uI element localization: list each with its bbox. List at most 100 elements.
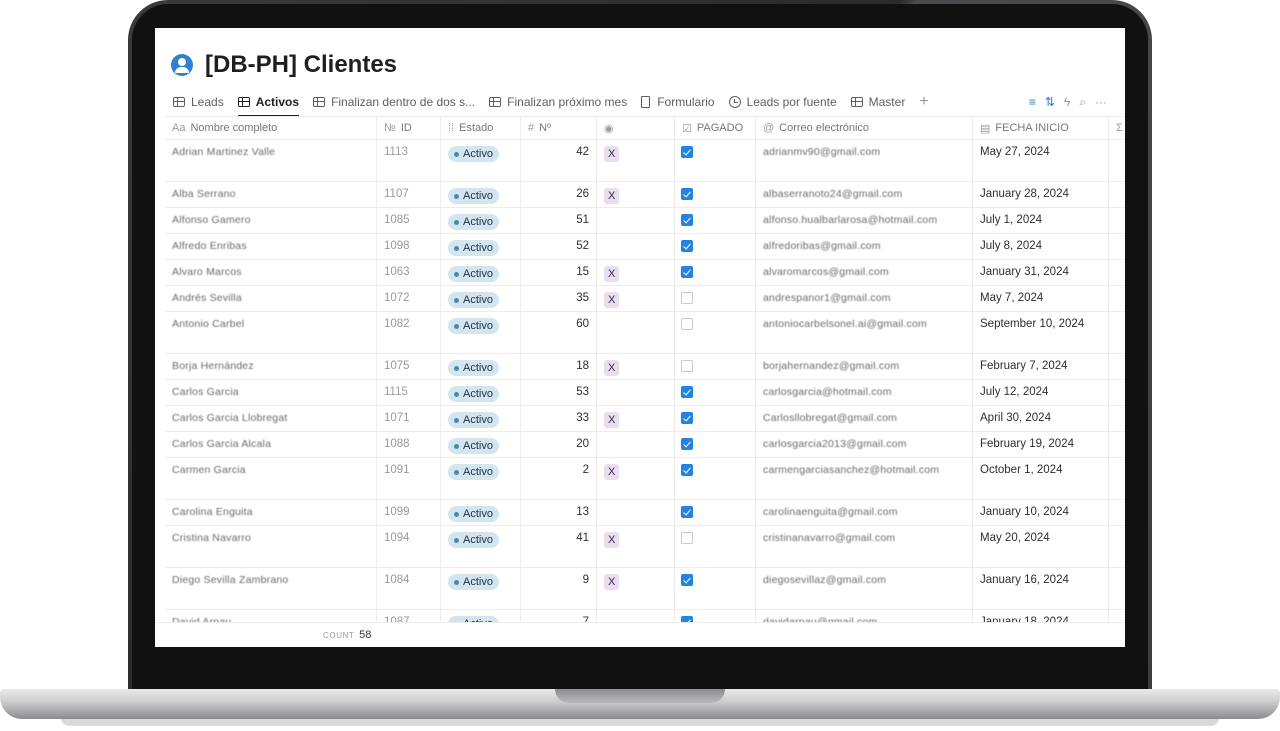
- table-row[interactable]: Borja Hernández 1075 Activo 18 Xborjahernand…: [165, 354, 1125, 380]
- cell-estado[interactable]: Activo: [441, 500, 521, 525]
- table-row[interactable]: Diego Sevilla Zambrano 1084 Activo 9 Xdiegos…: [165, 568, 1125, 610]
- cell-estado[interactable]: Activo: [441, 432, 521, 457]
- cell-pagado[interactable]: [675, 140, 756, 181]
- cell-pagado[interactable]: [675, 208, 756, 233]
- cell-pagado[interactable]: [675, 458, 756, 499]
- checkbox-empty-icon[interactable]: [681, 292, 693, 304]
- cell-fecha[interactable]: July 12, 2024: [973, 380, 1109, 405]
- cell-select[interactable]: X: [597, 526, 675, 567]
- cell-number[interactable]: 33: [521, 406, 597, 431]
- cell-select[interactable]: X: [597, 354, 675, 379]
- column-header-fecha[interactable]: ▤ FECHA INICIO: [973, 117, 1109, 139]
- cell-id[interactable]: 1071: [377, 406, 441, 431]
- filter-icon[interactable]: ≡: [1029, 95, 1036, 109]
- cell-name[interactable]: Alba Serrano: [165, 182, 377, 207]
- cell-id[interactable]: 1082: [377, 312, 441, 353]
- cell-number[interactable]: 35: [521, 286, 597, 311]
- cell-fecha[interactable]: February 7, 2024: [973, 354, 1109, 379]
- cell-name[interactable]: Adrian Martinez Valle: [165, 140, 377, 181]
- checkbox-empty-icon[interactable]: [681, 318, 693, 330]
- cell-pagado[interactable]: [675, 380, 756, 405]
- cell-estado[interactable]: Activo: [441, 208, 521, 233]
- cell-email[interactable]: antoniocarbelsonel.ai@gmail.com: [756, 312, 973, 353]
- cell-fecha[interactable]: May 27, 2024: [973, 140, 1109, 181]
- cell-estado[interactable]: Activo: [441, 406, 521, 431]
- column-header-name[interactable]: Aa Nombre completo: [165, 117, 377, 139]
- cell-name[interactable]: Alvaro Marcos: [165, 260, 377, 285]
- cell-pagado[interactable]: [675, 182, 756, 207]
- cell-email[interactable]: carlosgarcia@hotmail.com: [756, 380, 973, 405]
- cell-select[interactable]: X: [597, 286, 675, 311]
- cell-id[interactable]: 1085: [377, 208, 441, 233]
- tab-activos[interactable]: Activos: [237, 88, 300, 117]
- cell-pagado[interactable]: [675, 406, 756, 431]
- cell-number[interactable]: 51: [521, 208, 597, 233]
- cell-estado[interactable]: Activo: [441, 312, 521, 353]
- cell-number[interactable]: 18: [521, 354, 597, 379]
- cell-estado[interactable]: Activo: [441, 354, 521, 379]
- cell-select[interactable]: X: [597, 260, 675, 285]
- cell-fecha[interactable]: September 10, 2024: [973, 312, 1109, 353]
- cell-number[interactable]: 41: [521, 526, 597, 567]
- cell-select[interactable]: [597, 380, 675, 405]
- checkbox-checked-icon[interactable]: [681, 266, 693, 278]
- cell-pagado[interactable]: [675, 260, 756, 285]
- table-row[interactable]: Cristina Navarro 1094 Activo 41 Xcristinanav…: [165, 526, 1125, 568]
- cell-email[interactable]: alvaromarcos@gmail.com: [756, 260, 973, 285]
- table-row[interactable]: Alvaro Marcos 1063 Activo 15 Xalvaromarcos@g…: [165, 260, 1125, 286]
- table-row[interactable]: Carlos Garcia Llobregat 1071 Activo 33 X Carl…: [165, 406, 1125, 432]
- cell-email[interactable]: alfredoribas@gmail.com: [756, 234, 973, 259]
- cell-name[interactable]: Alfonso Gamero: [165, 208, 377, 233]
- cell-fecha[interactable]: May 7, 2024: [973, 286, 1109, 311]
- cell-email[interactable]: carmengarciasanchez@hotmail.com: [756, 458, 973, 499]
- checkbox-checked-icon[interactable]: [681, 188, 693, 200]
- cell-fecha[interactable]: October 1, 2024: [973, 458, 1109, 499]
- cell-fecha[interactable]: January 31, 2024: [973, 260, 1109, 285]
- cell-id[interactable]: 1098: [377, 234, 441, 259]
- cell-email[interactable]: albaserranoto24@gmail.com: [756, 182, 973, 207]
- cell-name[interactable]: Diego Sevilla Zambrano: [165, 568, 377, 609]
- cell-select[interactable]: X: [597, 182, 675, 207]
- cell-name[interactable]: Carlos Garcia: [165, 380, 377, 405]
- cell-number[interactable]: 20: [521, 432, 597, 457]
- column-header-estado[interactable]: ⁞⁞ Estado: [441, 117, 521, 139]
- cell-name[interactable]: Andrés Sevilla: [165, 286, 377, 311]
- table-row[interactable]: Alba Serrano 1107 Activo 26 Xalbaserranoto24…: [165, 182, 1125, 208]
- cell-pagado[interactable]: [675, 500, 756, 525]
- column-header-select[interactable]: ◉: [597, 117, 675, 139]
- cell-select[interactable]: X: [597, 568, 675, 609]
- tab-formulario[interactable]: Formulario: [641, 88, 715, 116]
- checkbox-checked-icon[interactable]: [681, 146, 693, 158]
- column-header-calculate[interactable]: Σ: [1109, 117, 1125, 139]
- cell-number[interactable]: 9: [521, 568, 597, 609]
- column-header-n[interactable]: # Nº: [521, 117, 597, 139]
- cell-estado[interactable]: Activo: [441, 286, 521, 311]
- count-summary[interactable]: COUNT 58: [323, 629, 371, 641]
- cell-id[interactable]: 1088: [377, 432, 441, 457]
- cell-estado[interactable]: Activo: [441, 234, 521, 259]
- cell-name[interactable]: Antonio Carbel: [165, 312, 377, 353]
- cell-estado[interactable]: Activo: [441, 568, 521, 609]
- column-header-id[interactable]: № ID: [377, 117, 441, 139]
- cell-id[interactable]: 1075: [377, 354, 441, 379]
- table-row[interactable]: Andrés Sevilla 1072 Activo 35 Xandrespanor1@…: [165, 286, 1125, 312]
- cell-pagado[interactable]: [675, 234, 756, 259]
- cell-estado[interactable]: Activo: [441, 526, 521, 567]
- checkbox-checked-icon[interactable]: [681, 438, 693, 450]
- cell-pagado[interactable]: [675, 526, 756, 567]
- column-header-email[interactable]: @ Correo electrónico: [756, 117, 973, 139]
- cell-number[interactable]: 15: [521, 260, 597, 285]
- cell-pagado[interactable]: [675, 568, 756, 609]
- table-row[interactable]: Carmen Garcia 1091 Activo 2 Xcarmengarciasan…: [165, 458, 1125, 500]
- cell-fecha[interactable]: April 30, 2024: [973, 406, 1109, 431]
- cell-pagado[interactable]: [675, 432, 756, 457]
- checkbox-empty-icon[interactable]: [681, 360, 693, 372]
- cell-select[interactable]: [597, 234, 675, 259]
- checkbox-checked-icon[interactable]: [681, 412, 693, 424]
- cell-fecha[interactable]: May 20, 2024: [973, 526, 1109, 567]
- cell-select[interactable]: X: [597, 458, 675, 499]
- cell-number[interactable]: 2: [521, 458, 597, 499]
- checkbox-checked-icon[interactable]: [681, 214, 693, 226]
- tab-finalizan-dentro-de-dos-s[interactable]: Finalizan dentro de dos s...: [313, 88, 475, 116]
- cell-id[interactable]: 1113: [377, 140, 441, 181]
